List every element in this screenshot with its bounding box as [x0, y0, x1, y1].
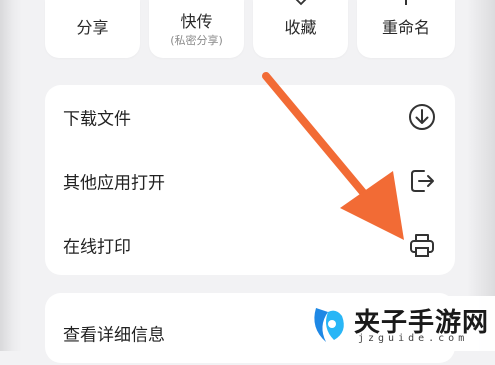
watermark-logo — [314, 308, 344, 342]
watermark: 夹子手游网 jzguide.com — [296, 296, 495, 351]
watermark-domain: jzguide.com — [358, 333, 469, 344]
